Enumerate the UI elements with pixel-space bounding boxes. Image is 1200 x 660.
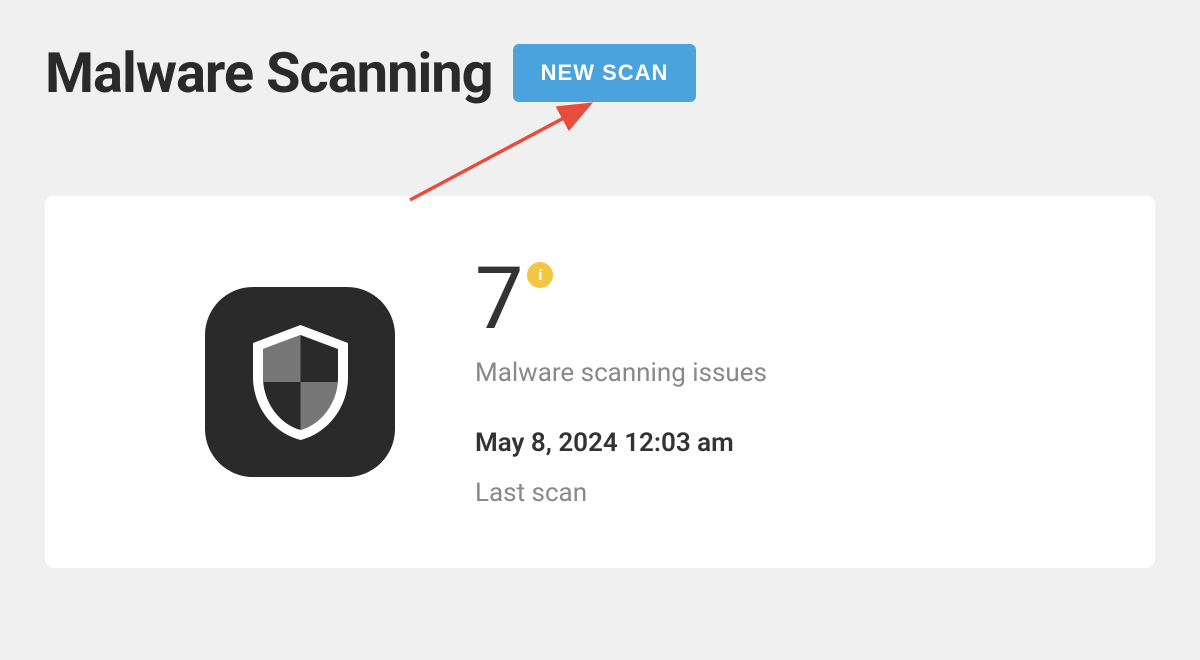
shield-app-icon (205, 287, 395, 477)
count-row: 7 i (475, 256, 1095, 342)
icon-section (105, 287, 395, 477)
shield-icon (253, 325, 348, 440)
malware-summary-card: 7 i Malware scanning issues May 8, 2024 … (45, 196, 1155, 568)
info-icon[interactable]: i (527, 262, 553, 288)
last-scan-date: May 8, 2024 12:03 am (475, 428, 1095, 458)
new-scan-button[interactable]: NEW SCAN (513, 44, 697, 102)
issue-count: 7 (475, 256, 523, 342)
info-section: 7 i Malware scanning issues May 8, 2024 … (475, 256, 1095, 508)
last-scan-label: Last scan (475, 478, 1095, 508)
page-header: Malware Scanning NEW SCAN (0, 0, 1200, 136)
issues-label: Malware scanning issues (475, 358, 1095, 388)
page-title: Malware Scanning (45, 40, 493, 106)
